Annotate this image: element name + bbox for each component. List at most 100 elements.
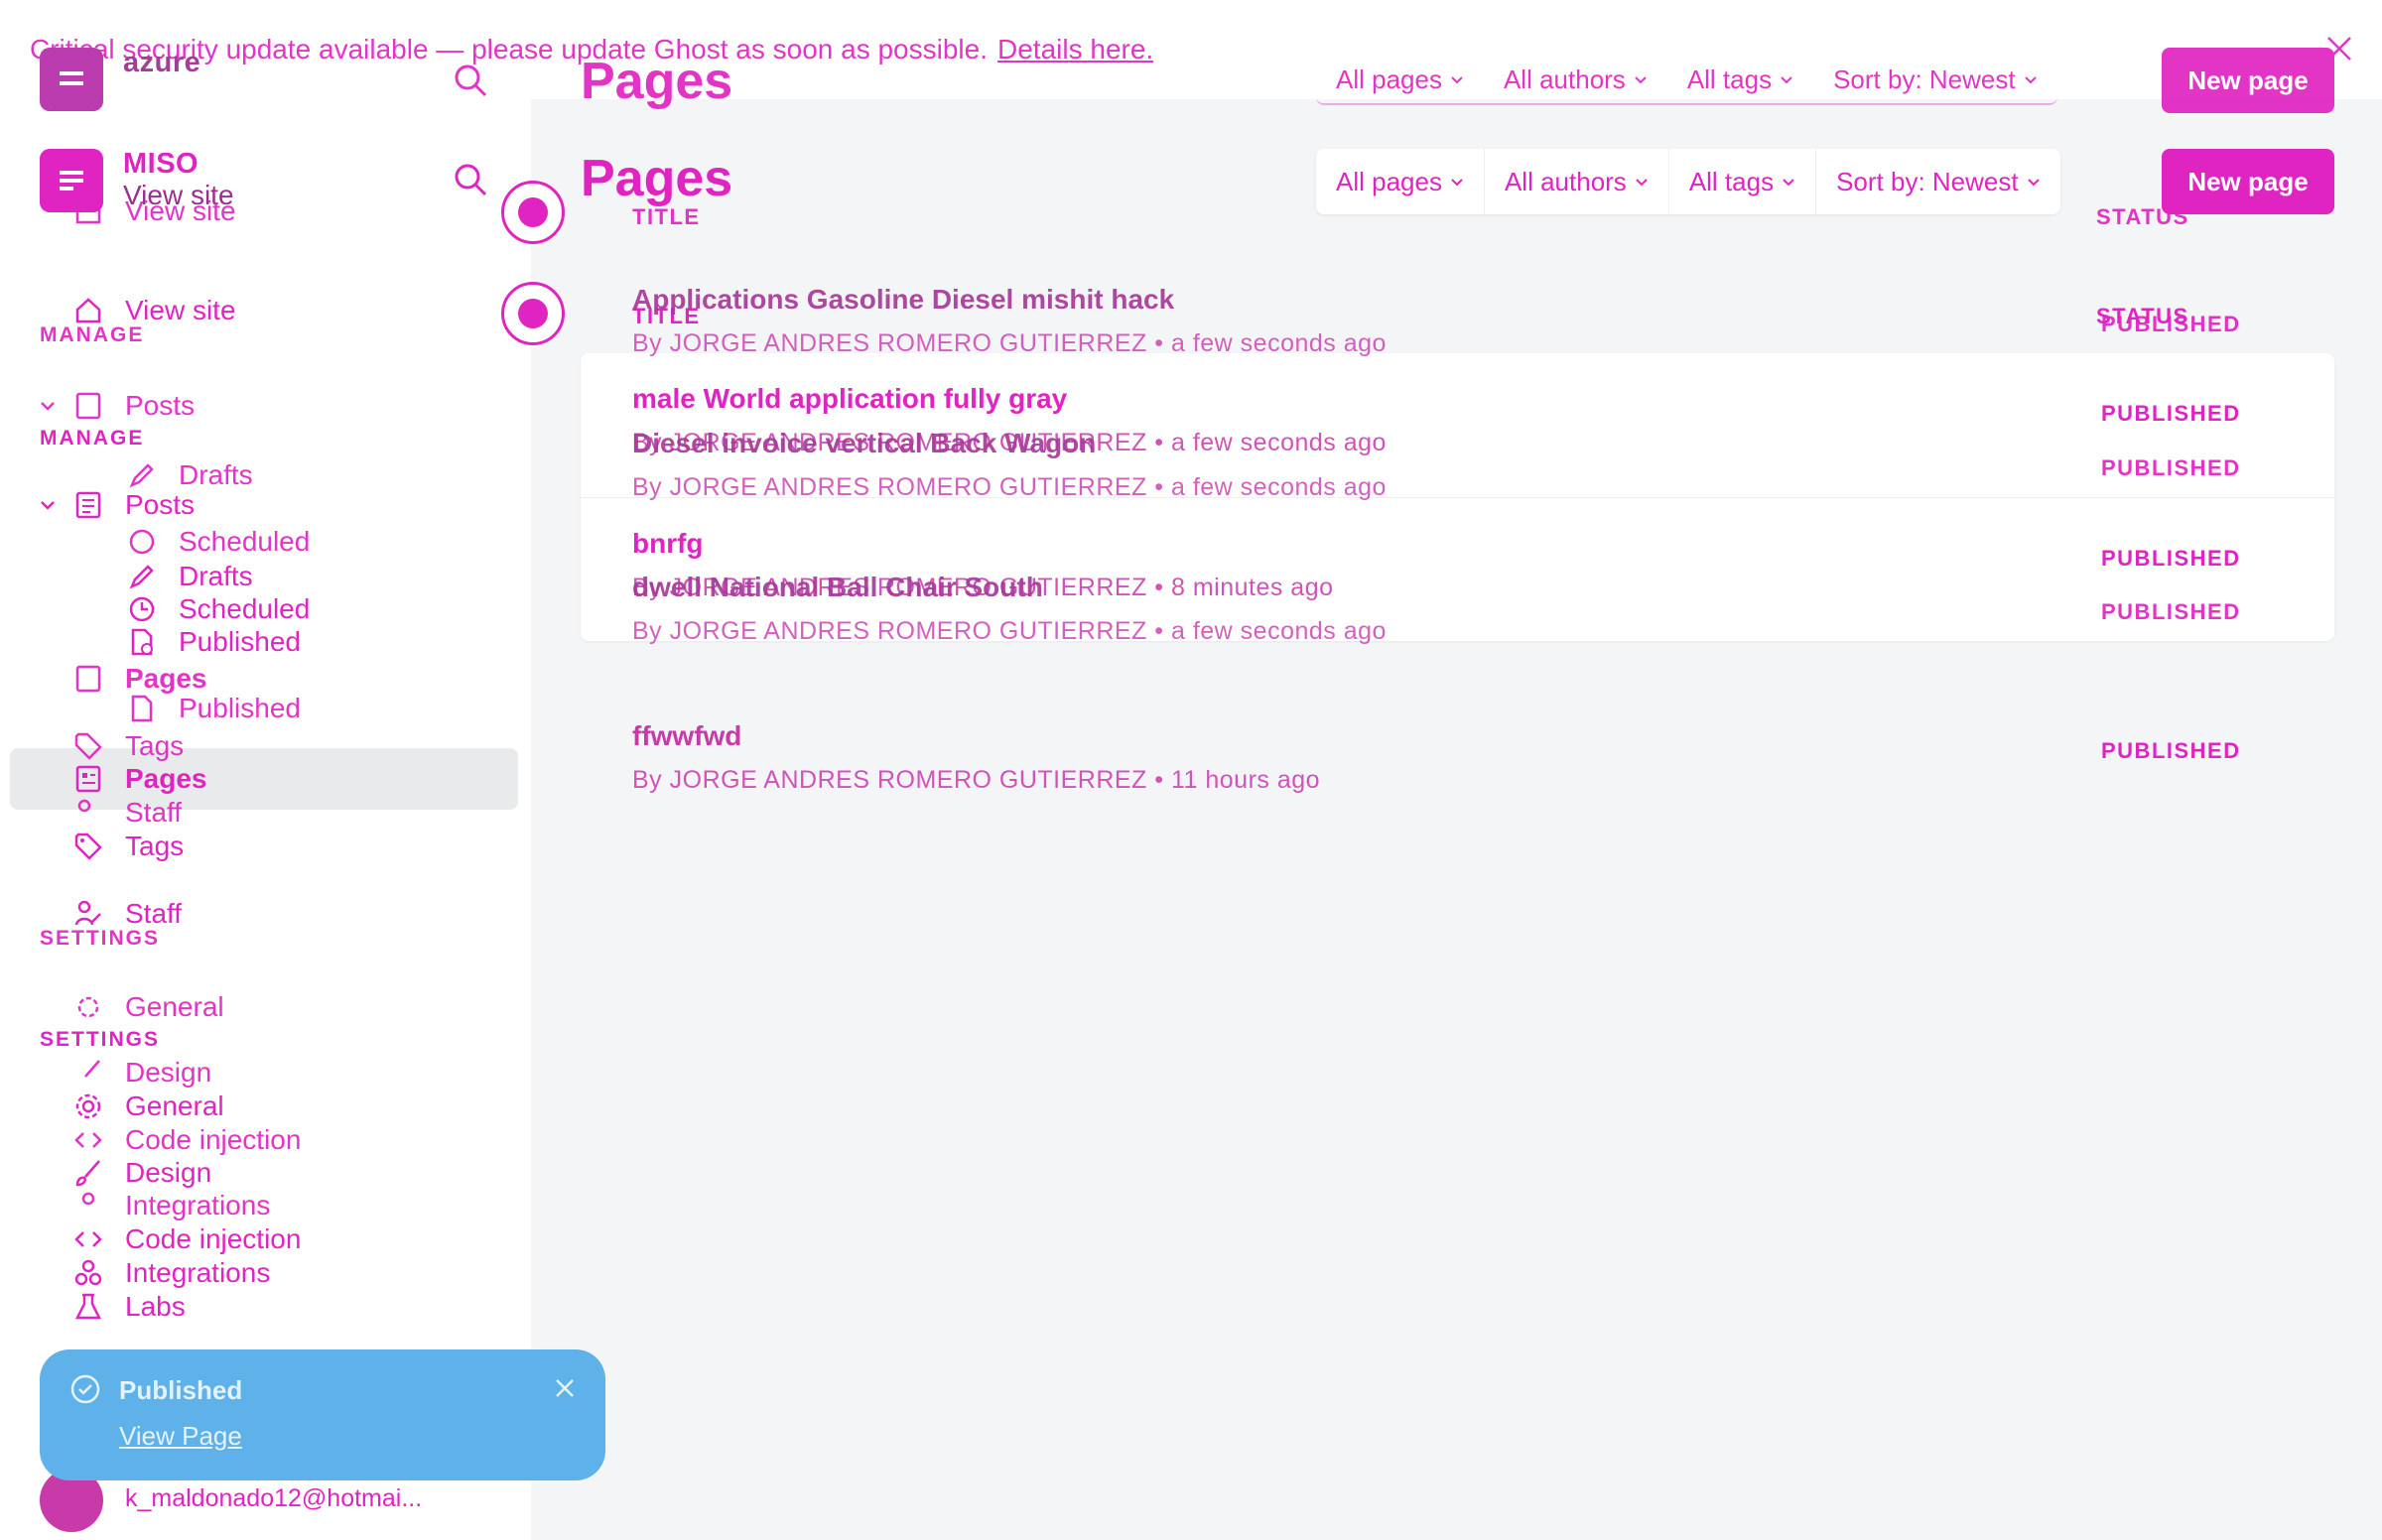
row-title[interactable]: bnrfg	[632, 528, 704, 560]
row-meta: By JORGE ANDRES ROMERO GUTIERREZ • 8 min…	[632, 574, 1334, 601]
sidebar-item-integrations[interactable]: Integrations	[71, 1256, 270, 1290]
sidebar-item-design[interactable]: Design	[71, 1156, 211, 1190]
toast-view-page-link[interactable]: View Page	[119, 1421, 242, 1452]
banner-details-link[interactable]: Details here.	[997, 34, 1153, 65]
sidebar-item-label: Pages	[125, 763, 207, 794]
section-label-manage: MANAGE	[40, 427, 145, 449]
page-action-button-secondary[interactable]	[501, 282, 565, 345]
site-logo	[40, 149, 103, 212]
sidebar-item-tags[interactable]: Tags	[71, 830, 184, 863]
section-label-settings: SETTINGS	[40, 1028, 161, 1051]
pages-icon	[71, 762, 105, 796]
filter-all-tags[interactable]: All tags	[1669, 149, 1817, 214]
row-title[interactable]: male World application fully gray	[632, 383, 1067, 415]
sidebar-item-labs[interactable]: Labs	[71, 1290, 186, 1324]
row-title[interactable]: ffwwfwd	[632, 720, 741, 752]
filter-label: All tags	[1688, 166, 1775, 196]
sidebar-item-posts[interactable]: Posts	[41, 488, 196, 522]
status-badge: PUBLISHED	[2101, 738, 2241, 763]
record-icon	[518, 197, 548, 227]
table-row[interactable]: male World application fully gray By JOR…	[581, 353, 2334, 497]
search-icon[interactable]	[452, 161, 493, 202]
sidebar-item-label: Drafts	[179, 561, 253, 591]
filter-all-authors[interactable]: All authors	[1485, 149, 1669, 214]
home-icon	[71, 294, 105, 327]
sidebar-item-general[interactable]: General	[71, 1090, 224, 1123]
tag-icon	[71, 830, 105, 863]
sidebar-item-label: General	[125, 1091, 224, 1121]
row-meta: By JORGE ANDRES ROMERO GUTIERREZ • 11 ho…	[632, 766, 1321, 794]
ghost-filter-label: Sort by: Newest	[1833, 64, 2016, 94]
sidebar: MISO View site View site MANAGE Posts Dr…	[0, 0, 605, 1540]
column-status: STATUS	[2096, 304, 2189, 328]
chevron-down-icon	[1636, 179, 1648, 187]
chevron-down-icon	[1451, 76, 1463, 84]
posts-icon	[71, 488, 105, 522]
sidebar-item-code-injection[interactable]: Code injection	[71, 1222, 301, 1256]
page-title: Pages	[581, 150, 733, 207]
list-header: TITLE STATUS	[581, 274, 2334, 353]
user-email[interactable]: k_maldonado12@hotmai...	[125, 1484, 422, 1513]
filter-label: Sort by: Newest	[1836, 166, 2019, 196]
new-page-button[interactable]: New page	[2162, 149, 2334, 214]
ghost-filter-bar: All pages All authors All tags Sort by: …	[1316, 56, 2057, 105]
site-brand[interactable]: MISO View site	[40, 148, 234, 212]
sidebar-item-label: Published	[179, 626, 301, 657]
sidebar-item-label: Labs	[125, 1291, 186, 1322]
chevron-down-icon	[1635, 76, 1647, 84]
staff-icon	[71, 897, 105, 931]
filter-sort[interactable]: Sort by: Newest	[1816, 149, 2060, 214]
flask-icon	[71, 1290, 105, 1324]
page-action-button[interactable]	[501, 181, 565, 244]
ghost-filter-label: All tags	[1686, 64, 1773, 94]
table-row[interactable]: ffwwfwd By JORGE ANDRES ROMERO GUTIERREZ…	[581, 691, 2334, 834]
view-site-link[interactable]: View site	[123, 180, 234, 211]
record-icon	[518, 299, 548, 328]
sidebar-item-label: View site	[125, 295, 236, 325]
brush-icon	[71, 1156, 105, 1190]
toast-title: Published	[119, 1375, 243, 1405]
filter-all-pages[interactable]: All pages	[1316, 149, 1485, 214]
chevron-down-icon[interactable]	[38, 495, 58, 515]
column-title: TITLE	[632, 304, 701, 328]
row-meta: By JORGE ANDRES ROMERO GUTIERREZ • a few…	[632, 429, 1387, 456]
ghost-filter: All pages	[1316, 56, 1484, 103]
ghost-filter-label: All pages	[1336, 64, 1442, 94]
published-toast: Published View Page	[40, 1349, 605, 1480]
filter-bar: All pages All authors All tags Sort by: …	[1316, 149, 2060, 214]
sidebar-item-label: Tags	[125, 831, 185, 861]
chevron-down-icon	[2027, 179, 2040, 187]
code-icon	[71, 1222, 105, 1256]
sidebar-item-label: Code injection	[125, 1223, 302, 1254]
gear-icon	[71, 1090, 105, 1123]
sidebar-item-view-site[interactable]: View site	[71, 294, 236, 327]
sidebar-item-staff[interactable]: Staff	[71, 897, 182, 931]
sidebar-item-scheduled[interactable]: Scheduled	[125, 592, 310, 626]
sidebar-item-label: Staff	[125, 898, 183, 929]
published-doc-icon	[125, 625, 159, 659]
filter-label: All pages	[1336, 166, 1442, 196]
site-name: MISO	[123, 148, 199, 180]
chevron-down-icon	[1781, 76, 1792, 84]
sidebar-item-label: Design	[125, 1157, 212, 1188]
sidebar-item-pages[interactable]: Pages	[71, 762, 207, 796]
status-badge: PUBLISHED	[2101, 546, 2241, 571]
close-icon[interactable]	[2322, 32, 2356, 65]
sidebar-item-label: Posts	[125, 489, 196, 520]
clock-icon	[125, 592, 159, 626]
sidebar-item-drafts[interactable]: Drafts	[125, 560, 253, 593]
chevron-down-icon	[1451, 179, 1463, 187]
ghost-filter: All authors	[1484, 56, 1667, 103]
sidebar-item-label: Integrations	[125, 1257, 271, 1288]
sidebar-item-published[interactable]: Published	[125, 625, 301, 659]
status-badge: PUBLISHED	[2101, 401, 2241, 426]
table-row[interactable]: bnrfg By JORGE ANDRES ROMERO GUTIERREZ •…	[581, 497, 2334, 642]
ghost-filter: All tags	[1667, 56, 1813, 103]
close-icon[interactable]	[552, 1375, 578, 1401]
integrations-icon	[71, 1256, 105, 1290]
chevron-down-icon	[2024, 76, 2037, 84]
sidebar-item-label: Scheduled	[179, 593, 311, 624]
ghost-filter-label: All authors	[1503, 64, 1626, 94]
ghost-filter: Sort by: Newest	[1813, 56, 2057, 103]
check-circle-icon	[69, 1373, 101, 1405]
